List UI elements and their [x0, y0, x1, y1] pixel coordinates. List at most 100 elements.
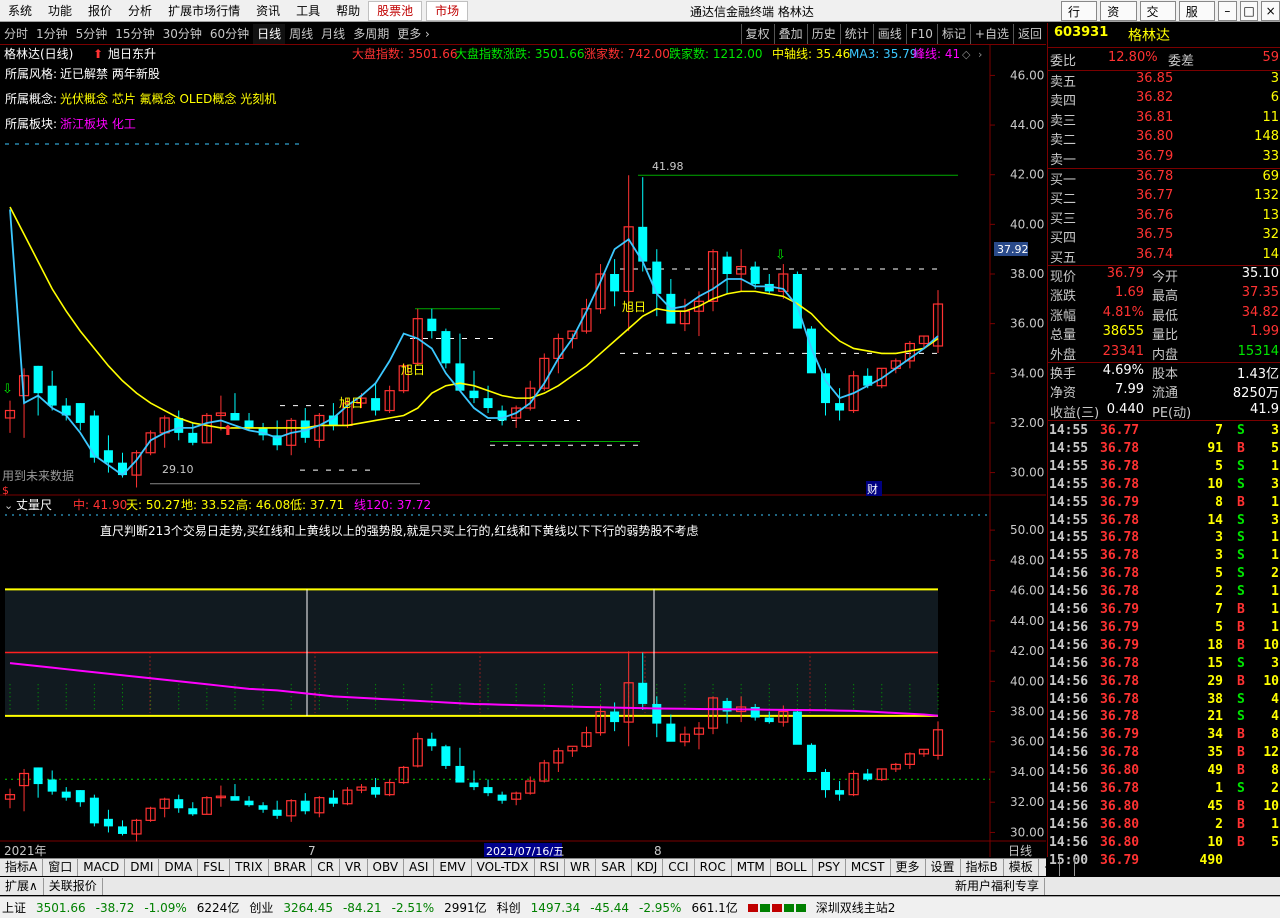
indicator-tab[interactable]: SAR [596, 859, 632, 876]
diamond-icon[interactable]: ◇ [962, 48, 971, 61]
stats-button[interactable]: 统计 [839, 23, 873, 44]
indicator-tab[interactable]: TRIX [230, 859, 269, 876]
indicator-tab[interactable]: WR [565, 859, 597, 876]
y-axis-label: 32.00 [1010, 795, 1044, 809]
indicator-tab[interactable]: OBV [368, 859, 405, 876]
service-button[interactable]: 服务 [1178, 1, 1215, 39]
indicator-tab[interactable]: CR [312, 859, 340, 876]
stat-label: 涨跌 [1050, 289, 1077, 305]
period-tab[interactable]: 分时 [0, 24, 32, 44]
menu-item-function[interactable]: 功能 [40, 0, 80, 22]
tick-side: B [1237, 798, 1245, 814]
tick-price: 36.78 [1100, 566, 1140, 582]
period-tab[interactable]: 月线 [317, 24, 349, 44]
menu-item-help[interactable]: 帮助 [328, 0, 368, 22]
menu-item-tools[interactable]: 工具 [288, 0, 328, 22]
tick-row: 14:56 36.79 34 B 8 [1048, 727, 1280, 745]
candle-body [33, 365, 43, 394]
kline-chart[interactable]: 46.00 44.00 42.00 40.00 38.00 36.00 34.00 32.00… [0, 45, 1046, 857]
menu-item-analysis[interactable]: 分析 [120, 0, 160, 22]
candle-body [75, 790, 85, 803]
minimize-icon[interactable]: – [1218, 1, 1237, 21]
template-tab[interactable]: 模板 [1004, 859, 1039, 876]
sub-desc: 直尺判断213个交易日走势,买红线和上黄线以上的强势股,就是只买上行的,红线和下… [100, 523, 698, 538]
period-tab[interactable]: 多周期 [349, 24, 393, 44]
indicator-tab[interactable]: MCST [846, 859, 891, 876]
indicator-tab[interactable]: BOLL [771, 859, 813, 876]
ma3-label: MA3: 35.79 [849, 47, 917, 61]
quote-button[interactable]: 行情 [1061, 1, 1098, 39]
period-tab[interactable]: 5分钟 [72, 24, 112, 44]
tick-count: 12 [1263, 745, 1279, 761]
kc-change: -45.44 [590, 900, 629, 915]
chevron-right-icon[interactable]: › [978, 48, 982, 61]
up-count-label: 涨家数: 742.00 [584, 46, 670, 61]
template-tab[interactable]: + [1039, 859, 1060, 876]
template-tab[interactable]: - [1060, 859, 1076, 876]
future-data-label: 用到未来数据 [2, 468, 74, 483]
stat-value: 23341 [1102, 343, 1144, 359]
tick-row: 14:56 36.78 15 S 3 [1048, 656, 1280, 674]
related-quote-tab[interactable]: 关联报价 [44, 877, 103, 895]
indicator-tab[interactable]: ROC [695, 859, 732, 876]
extend-tab[interactable]: 扩展∧ [0, 877, 44, 895]
indicator-tab[interactable]: RSI [535, 859, 566, 876]
menu-item-market[interactable]: 市场 [426, 0, 469, 21]
indicator-tab[interactable]: PSY [813, 859, 846, 876]
tick-time: 14:56 [1049, 816, 1089, 832]
draw-button[interactable]: 画线 [872, 23, 906, 44]
period-tab[interactable]: 1分钟 [32, 24, 72, 44]
overlay-button[interactable]: 叠加 [773, 23, 807, 44]
history-button[interactable]: 历史 [806, 23, 840, 44]
indicator-tab[interactable]: 设置 [926, 859, 961, 876]
menu-item-stock-pool[interactable]: 股票池 [368, 0, 423, 21]
candle-body [244, 420, 254, 428]
indicator-tab[interactable]: CCI [663, 859, 695, 876]
indicator-tab[interactable]: FSL [198, 859, 231, 876]
period-tab[interactable]: 30分钟 [159, 24, 206, 44]
template-tab[interactable]: 指标B [961, 859, 1004, 876]
quote-row: 外盘 23341 内盘 15314 [1048, 344, 1280, 363]
indicator-tab[interactable]: ASI [404, 859, 435, 876]
tick-volume: 3 [1215, 548, 1223, 564]
indicator-tabs: 指标A 窗口 MACD DMI DMA FSL TRIX BRAR CR VR OBV ASI EMV V… [0, 858, 1076, 876]
tick-price: 36.78 [1100, 512, 1140, 528]
indicator-tab[interactable]: MTM [732, 859, 771, 876]
period-tab-active[interactable]: 日线 [253, 23, 286, 44]
back-button[interactable]: 返回 [1012, 23, 1046, 44]
sub-chart-icon[interactable]: ⌄ [4, 499, 13, 512]
indicator-tab[interactable]: DMI [125, 859, 160, 876]
indicator-tab[interactable]: 窗口 [43, 859, 79, 876]
stat-label: 收益(三) [1050, 405, 1100, 421]
menu-item-system[interactable]: 系统 [0, 0, 40, 22]
indicator-tab[interactable]: DMA [159, 859, 199, 876]
trade-button[interactable]: 交易 [1139, 1, 1176, 39]
indicator-tab[interactable]: 指标A [0, 859, 44, 876]
news-button[interactable]: 资讯 [1100, 1, 1137, 39]
stat-value: 0.440 [1106, 401, 1144, 417]
mark-button[interactable]: 标记 [936, 23, 970, 44]
period-tab[interactable]: 周线 [285, 24, 317, 44]
period-tab[interactable]: 60分钟 [206, 24, 253, 44]
indicator-tab[interactable]: MACD [78, 859, 126, 876]
tick-count: 10 [1263, 673, 1279, 689]
more-periods-button[interactable]: 更多 › [393, 24, 434, 44]
menu-item-news[interactable]: 资讯 [248, 0, 288, 22]
close-icon[interactable]: × [1261, 1, 1280, 21]
menu-item-extended-market[interactable]: 扩展市场行情 [160, 0, 248, 22]
tick-count: 3 [1271, 423, 1279, 438]
period-tab[interactable]: 15分钟 [111, 24, 158, 44]
add-watchlist-button[interactable]: +自选 [969, 23, 1013, 44]
indicator-tab[interactable]: VOL-TDX [472, 859, 535, 876]
promo-link[interactable]: 新用户福利专享 [950, 877, 1045, 895]
f10-button[interactable]: F10 [905, 23, 937, 44]
indicator-tab[interactable]: BRAR [269, 859, 313, 876]
indicator-tab[interactable]: KDJ [632, 859, 664, 876]
menu-item-quote[interactable]: 报价 [80, 0, 120, 22]
indicator-tab[interactable]: 更多 [891, 859, 926, 876]
sh-pct: -1.09% [144, 900, 187, 915]
indicator-tab[interactable]: VR [340, 859, 368, 876]
maximize-icon[interactable]: □ [1239, 1, 1259, 21]
adjust-button[interactable]: 复权 [740, 23, 774, 44]
indicator-tab[interactable]: EMV [434, 859, 472, 876]
